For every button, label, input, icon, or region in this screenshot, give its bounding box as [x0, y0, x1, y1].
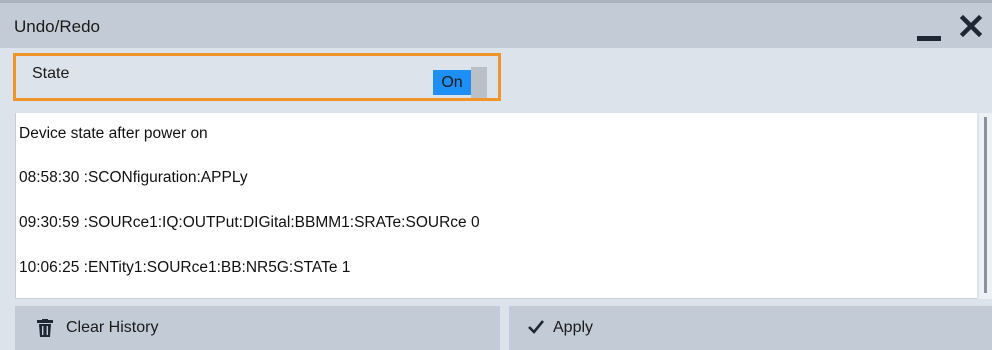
history-item[interactable]: 09:30:59 :SOURce1:IQ:OUTPut:DIGital:BBMM… [19, 206, 480, 240]
history-list[interactable]: Device state after power on 08:58:30 :SC… [15, 113, 977, 299]
toggle-knob [471, 67, 487, 98]
toggle-on-label: On [433, 70, 471, 95]
clear-history-button[interactable]: Clear History [15, 306, 500, 350]
checkmark-icon [527, 319, 545, 340]
minimize-button[interactable] [912, 19, 946, 43]
apply-button[interactable]: Apply [509, 306, 992, 350]
scrollbar-thumb[interactable] [984, 117, 987, 293]
close-button[interactable] [958, 13, 984, 43]
trash-icon [37, 319, 53, 342]
apply-label: Apply [553, 319, 594, 336]
minimize-icon [917, 36, 941, 41]
dialog-title: Undo/Redo [14, 17, 101, 36]
state-setting: State On [13, 53, 501, 101]
close-icon [959, 14, 983, 38]
history-item[interactable]: 08:58:30 :SCONfiguration:APPLy [19, 161, 248, 195]
title-bar: Undo/Redo [0, 0, 992, 48]
history-item[interactable]: Device state after power on [19, 117, 208, 151]
state-toggle[interactable]: On [433, 67, 489, 98]
clear-history-label: Clear History [66, 319, 159, 336]
history-scrollbar[interactable] [979, 113, 992, 299]
undo-redo-dialog: Undo/Redo State On Device state after po… [0, 0, 992, 350]
state-label: State [32, 65, 70, 82]
state-row: State On [0, 51, 992, 106]
history-item[interactable]: 10:06:25 :ENTity1:SOURce1:BB:NR5G:STATe … [19, 251, 350, 285]
